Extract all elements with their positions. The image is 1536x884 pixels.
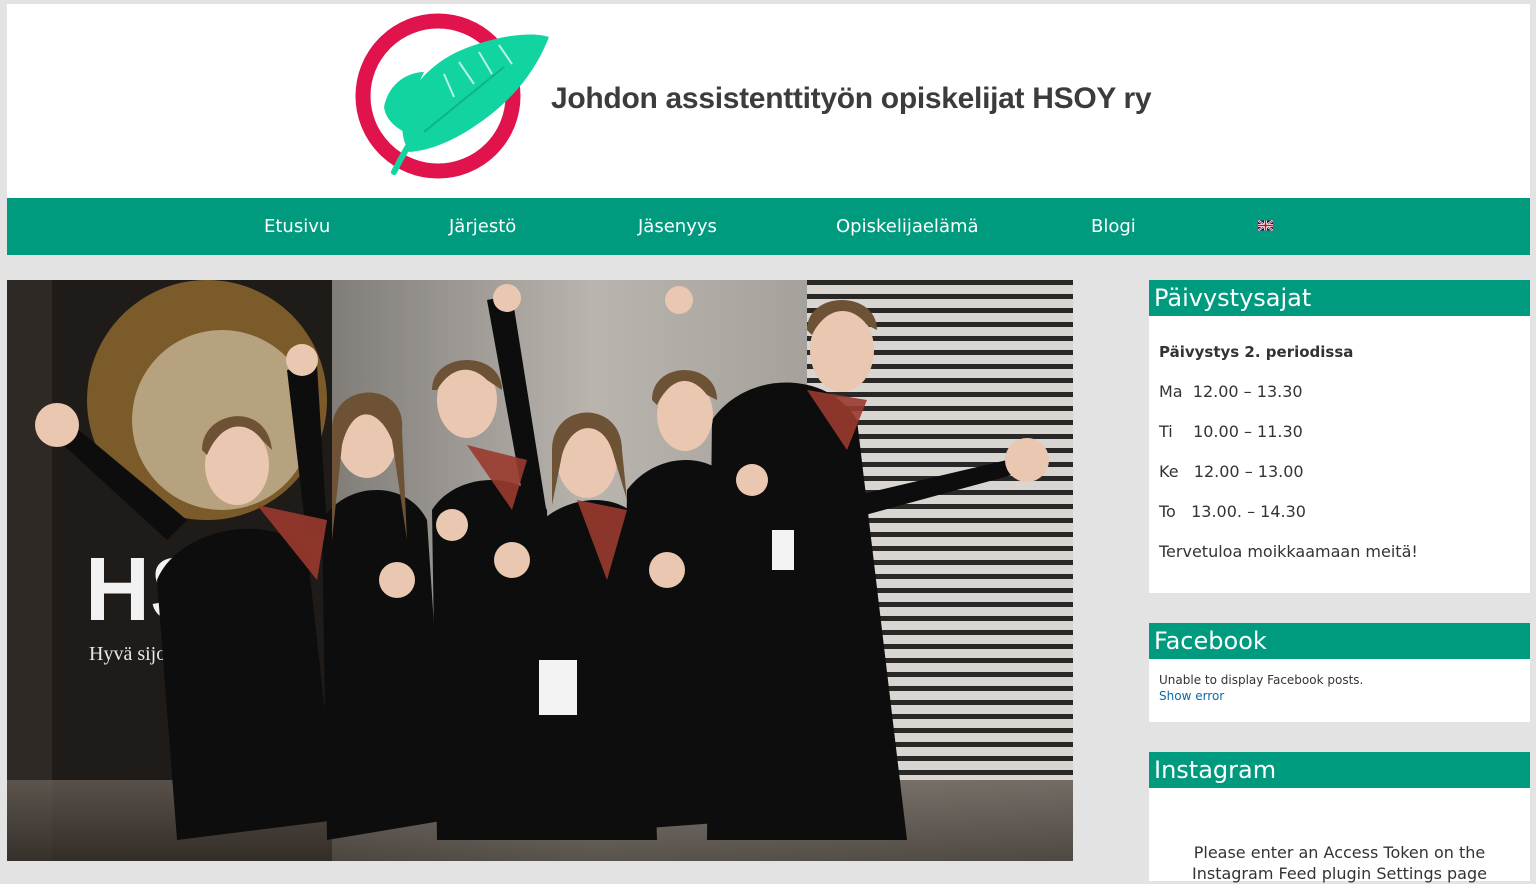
office-hours-row: Ti 10.00 – 11.30: [1159, 422, 1303, 441]
facebook-widget: Facebook Unable to display Facebook post…: [1149, 623, 1530, 722]
office-hours-title: Päivystysajat: [1149, 280, 1530, 316]
facebook-title: Facebook: [1149, 623, 1530, 659]
nav-item-etusivu[interactable]: Etusivu: [264, 198, 330, 255]
office-hours-welcome: Tervetuloa moikkaamaan meitä!: [1159, 542, 1418, 561]
office-hours-row: Ma 12.00 – 13.30: [1159, 382, 1303, 401]
office-hours-row: To 13.00. – 14.30: [1159, 502, 1306, 521]
facebook-error-message: Unable to display Facebook posts.: [1159, 673, 1364, 687]
office-hours-widget: Päivystysajat Päivystys 2. periodissa Ma…: [1149, 280, 1530, 593]
office-hours-heading: Päivystys 2. periodissa: [1159, 343, 1354, 361]
nav-item-jasenyys[interactable]: Jäsenyys: [638, 198, 717, 255]
show-error-link[interactable]: Show error: [1159, 689, 1224, 703]
uk-flag-icon[interactable]: [1258, 220, 1273, 231]
site-logo[interactable]: [354, 12, 554, 184]
instagram-widget: Instagram Please enter an Access Token o…: [1149, 752, 1530, 883]
hero-photo-illustration: HS Hyvä sijoitus os: [7, 280, 1073, 861]
instagram-message-line1: Please enter an Access Token on the: [1193, 843, 1486, 862]
office-hours-row: Ke 12.00 – 13.00: [1159, 462, 1304, 481]
nav-item-opiskelijaelama[interactable]: Opiskelijaelämä: [836, 198, 979, 255]
hero-photo: HS Hyvä sijoitus os: [7, 280, 1073, 861]
main-nav: Etusivu Järjestö Jäsenyys Opiskelijaeläm…: [7, 198, 1530, 255]
page: Johdon assistenttityön opiskelijat HSOY …: [7, 4, 1530, 883]
nav-item-blogi[interactable]: Blogi: [1091, 198, 1136, 255]
site-header: Johdon assistenttityön opiskelijat HSOY …: [7, 4, 1530, 198]
instagram-title: Instagram: [1149, 752, 1530, 788]
site-title[interactable]: Johdon assistenttityön opiskelijat HSOY …: [551, 82, 1152, 116]
nav-item-jarjesto[interactable]: Järjestö: [449, 198, 516, 255]
